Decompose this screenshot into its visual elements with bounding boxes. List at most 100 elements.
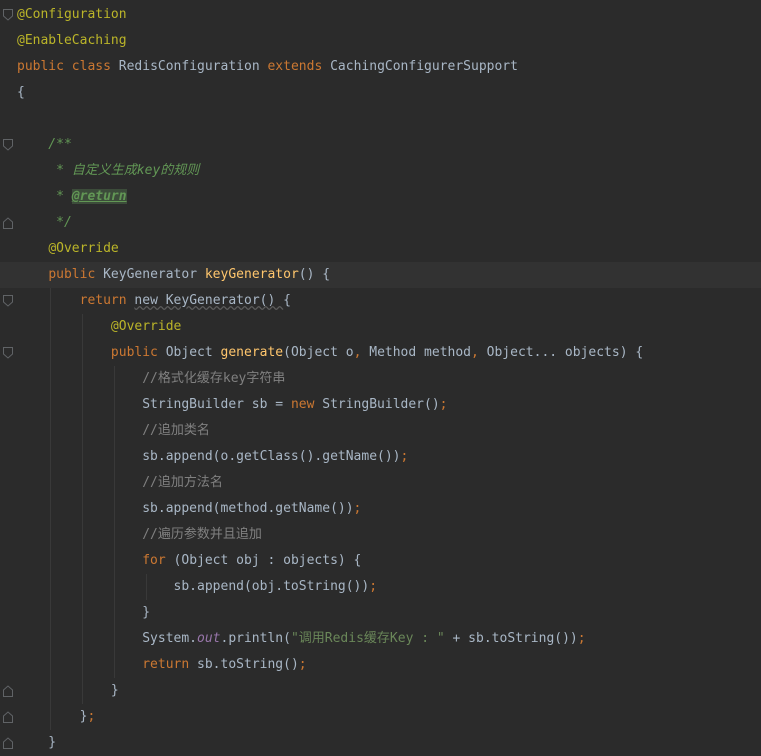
code-token: new KeyGenerator() (134, 293, 284, 308)
code-line[interactable]: */ (0, 210, 761, 236)
code-text: sb.append(o.getClass().getName()); (17, 444, 408, 470)
code-token: + sb.toString()) (444, 631, 578, 646)
code-token: extends (267, 59, 331, 74)
code-token: { (17, 85, 25, 100)
code-token: ; (439, 397, 448, 412)
code-token: System. (17, 631, 198, 646)
code-token: out (197, 631, 221, 646)
code-token: keyGenerator (204, 267, 299, 282)
code-text: @Override (17, 314, 181, 340)
code-line[interactable]: } (0, 730, 761, 756)
code-line[interactable]: public KeyGenerator keyGenerator() { (0, 262, 761, 288)
code-token: } (17, 683, 119, 698)
code-line[interactable]: * @return (0, 184, 761, 210)
code-text: System.out.println("调用Redis缓存Key : " + s… (17, 626, 585, 652)
code-token: class (71, 59, 119, 74)
code-line[interactable]: public Object generate(Object o, Method … (0, 340, 761, 366)
code-token: , (353, 345, 370, 360)
code-text: //格式化缓存key字符串 (17, 366, 285, 392)
code-text: */ (17, 210, 72, 236)
code-text: //追加方法名 (17, 470, 223, 496)
indent-guide (146, 574, 147, 600)
code-text: public Object generate(Object o, Method … (17, 340, 643, 366)
code-text: /** (17, 132, 72, 158)
code-token: sb.toString() (197, 657, 299, 672)
code-token: //追加类名 (142, 423, 210, 438)
code-token: @EnableCaching (17, 33, 127, 48)
code-line[interactable]: @Configuration (0, 2, 761, 28)
code-text: sb.append(obj.toString()); (17, 574, 378, 600)
code-token: RedisConfiguration (118, 59, 268, 74)
code-token: } (17, 709, 88, 724)
code-text: @EnableCaching (17, 28, 127, 54)
code-token: * 自定义生成key的规则 (17, 163, 200, 178)
code-token: sb.append(method.getName()) (17, 501, 354, 516)
code-token: ; (87, 709, 96, 724)
code-token: //格式化缓存key字符串 (142, 371, 286, 386)
code-token: () { (298, 267, 331, 282)
code-token: return (142, 657, 198, 672)
code-text: @Configuration (17, 2, 127, 28)
code-token: * (17, 189, 72, 204)
code-token: ; (369, 579, 378, 594)
code-line[interactable]: @EnableCaching (0, 28, 761, 54)
code-token: ; (400, 449, 409, 464)
code-token: @Override (110, 319, 182, 334)
code-token: return (79, 293, 135, 308)
code-token: StringBuilder() (322, 397, 440, 412)
code-token: public (48, 267, 104, 282)
code-token: @Configuration (17, 7, 127, 22)
code-token: .println( (220, 631, 291, 646)
code-token: } (17, 735, 57, 750)
code-token: } (17, 605, 151, 620)
code-token: (Object o (283, 345, 354, 360)
code-token: StringBuilder sb = (17, 397, 291, 412)
code-token: ; (353, 501, 362, 516)
code-token: CachingConfigurerSupport (330, 59, 518, 74)
code-line[interactable] (0, 106, 761, 132)
code-token: */ (17, 215, 72, 230)
code-text: @Override (17, 236, 118, 262)
code-text: //遍历参数并且追加 (17, 522, 262, 548)
code-line[interactable]: public class RedisConfiguration extends … (0, 54, 761, 80)
code-text: return new KeyGenerator() { (17, 288, 291, 314)
code-text: { (17, 80, 25, 106)
code-text: } (17, 600, 150, 626)
code-line[interactable]: /** (0, 132, 761, 158)
code-token: @return (71, 189, 127, 204)
code-text: }; (17, 704, 96, 730)
indent-guide (82, 314, 83, 704)
code-token: sb.append(obj.toString()) (17, 579, 370, 594)
code-line[interactable]: * 自定义生成key的规则 (0, 158, 761, 184)
code-text: public KeyGenerator keyGenerator() { (17, 262, 330, 288)
code-token: new (290, 397, 323, 412)
code-text: } (17, 678, 119, 704)
code-line[interactable]: return new KeyGenerator() { (0, 288, 761, 314)
code-line[interactable]: { (0, 80, 761, 106)
code-token: Object... objects) { (486, 345, 644, 360)
code-line[interactable]: } (0, 678, 761, 704)
code-line[interactable]: }; (0, 704, 761, 730)
code-line[interactable]: @Override (0, 236, 761, 262)
code-text: * @return (17, 184, 127, 210)
code-token: ; (298, 657, 307, 672)
code-line[interactable]: @Override (0, 314, 761, 340)
code-token: { (283, 293, 291, 308)
indent-guide (114, 366, 115, 678)
code-text: public class RedisConfiguration extends … (17, 54, 518, 80)
indent-guide (50, 288, 51, 730)
code-token: KeyGenerator (103, 267, 205, 282)
code-token: public (110, 345, 166, 360)
code-token: "调用Redis缓存Key : " (290, 631, 445, 646)
code-token: sb.append(o.getClass().getName()) (17, 449, 401, 464)
code-token: (Object obj : objects) { (173, 553, 362, 568)
